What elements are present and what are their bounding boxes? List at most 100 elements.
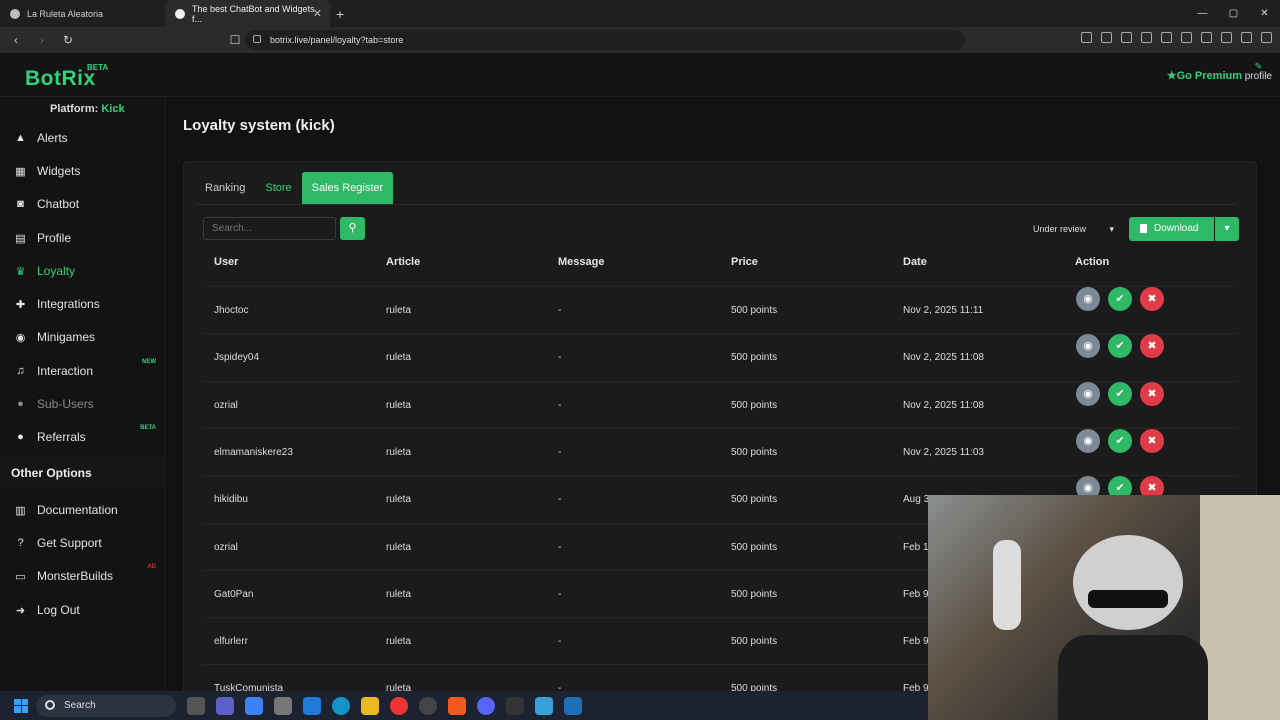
cell-user: Jspidey04: [214, 352, 260, 364]
sidebar-item-label: Log Out: [37, 603, 80, 617]
search-input[interactable]: [203, 217, 336, 240]
windows-start-icon[interactable]: [14, 698, 28, 713]
taskbar-search[interactable]: Search: [36, 694, 176, 717]
sidebar-item-sub-users[interactable]: ● Sub-Users: [14, 394, 164, 414]
extension-icon[interactable]: [1241, 32, 1252, 43]
extension-icon[interactable]: [1101, 32, 1112, 43]
sidebar-item-widgets[interactable]: ▦ Widgets: [14, 161, 164, 181]
taskbar-app-icon[interactable]: [535, 696, 553, 715]
reject-button[interactable]: ✖: [1140, 287, 1164, 311]
search-button[interactable]: ⚲: [340, 217, 365, 240]
taskbar-search-label: Search: [64, 700, 96, 711]
tab-store[interactable]: Store: [255, 172, 301, 204]
url-field[interactable]: botrix.live/panel/loyalty?tab=store: [245, 30, 965, 50]
minimize-button[interactable]: —: [1187, 8, 1218, 19]
sidebar-item-label: Alerts: [37, 131, 68, 145]
sidebar-item-monsterbuilds[interactable]: ▭ MonsterBuilds AD: [14, 564, 164, 586]
taskbar-app-icon[interactable]: [216, 696, 234, 715]
sidebar-item-alerts[interactable]: ▲ Alerts: [14, 128, 164, 148]
sidebar-item-loyalty[interactable]: ♛ Loyalty: [14, 261, 164, 281]
extension-icon[interactable]: [1161, 32, 1172, 43]
bookmark-icon[interactable]: ☐: [225, 33, 245, 47]
sidebar-item-integrations[interactable]: ✚ Integrations: [14, 294, 164, 314]
back-icon[interactable]: ‹: [6, 33, 26, 47]
cell-message: -: [558, 541, 562, 553]
sidebar-item-get-support[interactable]: ? Get Support: [14, 533, 164, 553]
profile-button[interactable]: ✎ profile: [1245, 61, 1272, 82]
extension-icon[interactable]: [1221, 32, 1232, 43]
taskbar-app-icon[interactable]: [564, 696, 582, 715]
browser-tab-active[interactable]: The best ChatBot and Widgets f... ✕: [165, 0, 330, 27]
chrome-icon[interactable]: [390, 696, 408, 715]
webcam-background: [1200, 495, 1280, 720]
cell-user: Jhoctoc: [214, 305, 249, 316]
sidebar-item-label: Referrals: [37, 430, 86, 444]
sidebar-item-chatbot[interactable]: ◙ Chatbot: [14, 194, 164, 214]
beta-badge: BETA: [87, 63, 109, 72]
sidebar-item-log-out[interactable]: ➜ Log Out: [14, 600, 164, 620]
tab-ranking[interactable]: Ranking: [195, 172, 255, 204]
approve-button[interactable]: ✔: [1108, 381, 1132, 406]
sidebar-item-referrals[interactable]: ● Referrals BETA: [14, 425, 164, 447]
view-button[interactable]: ◉: [1076, 287, 1100, 311]
column-header-action: Action: [1075, 256, 1110, 268]
reject-button[interactable]: ✖: [1140, 428, 1164, 453]
sidebar-item-interaction[interactable]: ♫ Interaction NEW: [14, 359, 164, 381]
folder-icon[interactable]: [361, 696, 379, 715]
warning-icon: ▲: [15, 132, 26, 144]
extension-icon[interactable]: [1121, 32, 1132, 43]
sidebar-item-documentation[interactable]: ▥ Documentation: [14, 500, 164, 520]
taskbar-app-icon[interactable]: [506, 696, 524, 715]
sidebar: Platform: Kick ▲ Alerts ▦ Widgets ◙ Chatbot…: [0, 97, 166, 691]
extension-icon[interactable]: [1201, 32, 1212, 43]
taskbar-app-icon[interactable]: [245, 696, 263, 715]
sidebar-item-profile[interactable]: ▤ Profile: [14, 228, 164, 248]
cell-article: ruleta: [386, 446, 412, 458]
view-button[interactable]: ◉: [1076, 428, 1100, 453]
view-button[interactable]: ◉: [1076, 381, 1100, 406]
download-button[interactable]: Download: [1129, 217, 1214, 241]
botrix-logo[interactable]: BotRix: [25, 67, 96, 91]
reject-button[interactable]: ✖: [1140, 334, 1164, 359]
column-header-message: Message: [558, 256, 605, 268]
webcam-overlay: [928, 495, 1280, 720]
taskbar-app-icon[interactable]: [274, 696, 292, 715]
table-row: Jspidey04 ruleta - 500 points Nov 2, 2025 11…: [203, 333, 1237, 380]
discord-icon[interactable]: [477, 696, 495, 715]
cell-user: elfurlerr: [214, 636, 248, 648]
extension-icon[interactable]: [1081, 32, 1092, 43]
taskbar-app-icon[interactable]: [187, 696, 205, 715]
sidebar-item-label: MonsterBuilds: [37, 569, 114, 583]
reload-icon[interactable]: ↻: [58, 33, 78, 47]
column-header-article: Article: [386, 256, 421, 268]
status-filter-select[interactable]: Under review ▾: [1023, 217, 1122, 241]
site-info-icon[interactable]: [253, 35, 261, 43]
maximize-button[interactable]: ▢: [1218, 8, 1249, 19]
beta-badge: BETA: [140, 425, 156, 431]
approve-button[interactable]: ✔: [1108, 287, 1132, 311]
new-tab-button[interactable]: +: [336, 6, 344, 22]
extension-icon[interactable]: [1141, 32, 1152, 43]
close-tab-icon[interactable]: ✕: [313, 7, 322, 20]
download-options-button[interactable]: ▾: [1215, 217, 1239, 241]
approve-button[interactable]: ✔: [1108, 428, 1132, 453]
brave-icon[interactable]: [448, 696, 466, 715]
browser-tab[interactable]: La Ruleta Aleatoria: [0, 0, 165, 27]
taskbar-app-icon[interactable]: [303, 696, 321, 715]
approve-button[interactable]: ✔: [1108, 334, 1132, 359]
page-title: Loyalty system (kick): [183, 117, 335, 134]
webcam-person: [1073, 535, 1183, 630]
taskbar-app-icon[interactable]: [419, 696, 437, 715]
forward-icon[interactable]: ›: [32, 33, 52, 47]
sidebar-item-minigames[interactable]: ◉ Minigames: [14, 327, 164, 347]
menu-icon[interactable]: [1261, 32, 1272, 43]
view-button[interactable]: ◉: [1076, 334, 1100, 359]
edge-icon[interactable]: [332, 696, 350, 715]
extension-icon[interactable]: [1181, 32, 1192, 43]
close-window-button[interactable]: ✕: [1249, 8, 1280, 19]
tab-sales-register[interactable]: Sales Register: [301, 172, 394, 204]
go-premium-button[interactable]: ★Go Premium: [1167, 69, 1242, 82]
reject-button[interactable]: ✖: [1140, 381, 1164, 406]
cell-user: ozrial: [214, 399, 238, 411]
table-row: Jhoctoc ruleta - 500 points Nov 2, 2025 11:1…: [203, 286, 1237, 333]
